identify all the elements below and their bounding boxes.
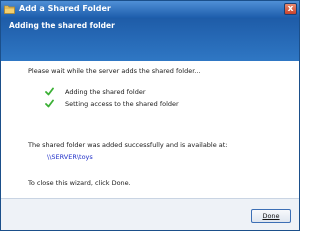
wizard-content: Please wait while the server adds the sh… [1, 61, 299, 198]
success-message: The shared folder was added successfully… [28, 141, 228, 149]
title-bar[interactable]: Add a Shared Folder x [1, 1, 299, 18]
folder-path-link[interactable]: \\SERVER\toys [47, 153, 93, 162]
wizard-banner: Adding the shared folder [1, 18, 299, 61]
close-icon: x [287, 4, 294, 14]
checkmark-icon [45, 99, 54, 108]
checkmark-icon [45, 87, 54, 96]
wait-message: Please wait while the server adds the sh… [28, 67, 201, 75]
step-label: Adding the shared folder [65, 88, 146, 96]
folder-icon [4, 5, 15, 14]
close-instructions: To close this wizard, click Done. [28, 179, 131, 187]
wizard-window: Add a Shared Folder x Adding the shared … [0, 0, 300, 231]
close-button[interactable]: x [284, 3, 297, 15]
window-title: Add a Shared Folder [19, 4, 111, 13]
step-label: Setting access to the shared folder [65, 100, 179, 108]
banner-title: Adding the shared folder [9, 21, 115, 30]
button-bar: Done [1, 198, 299, 230]
done-button[interactable]: Done [251, 209, 291, 223]
